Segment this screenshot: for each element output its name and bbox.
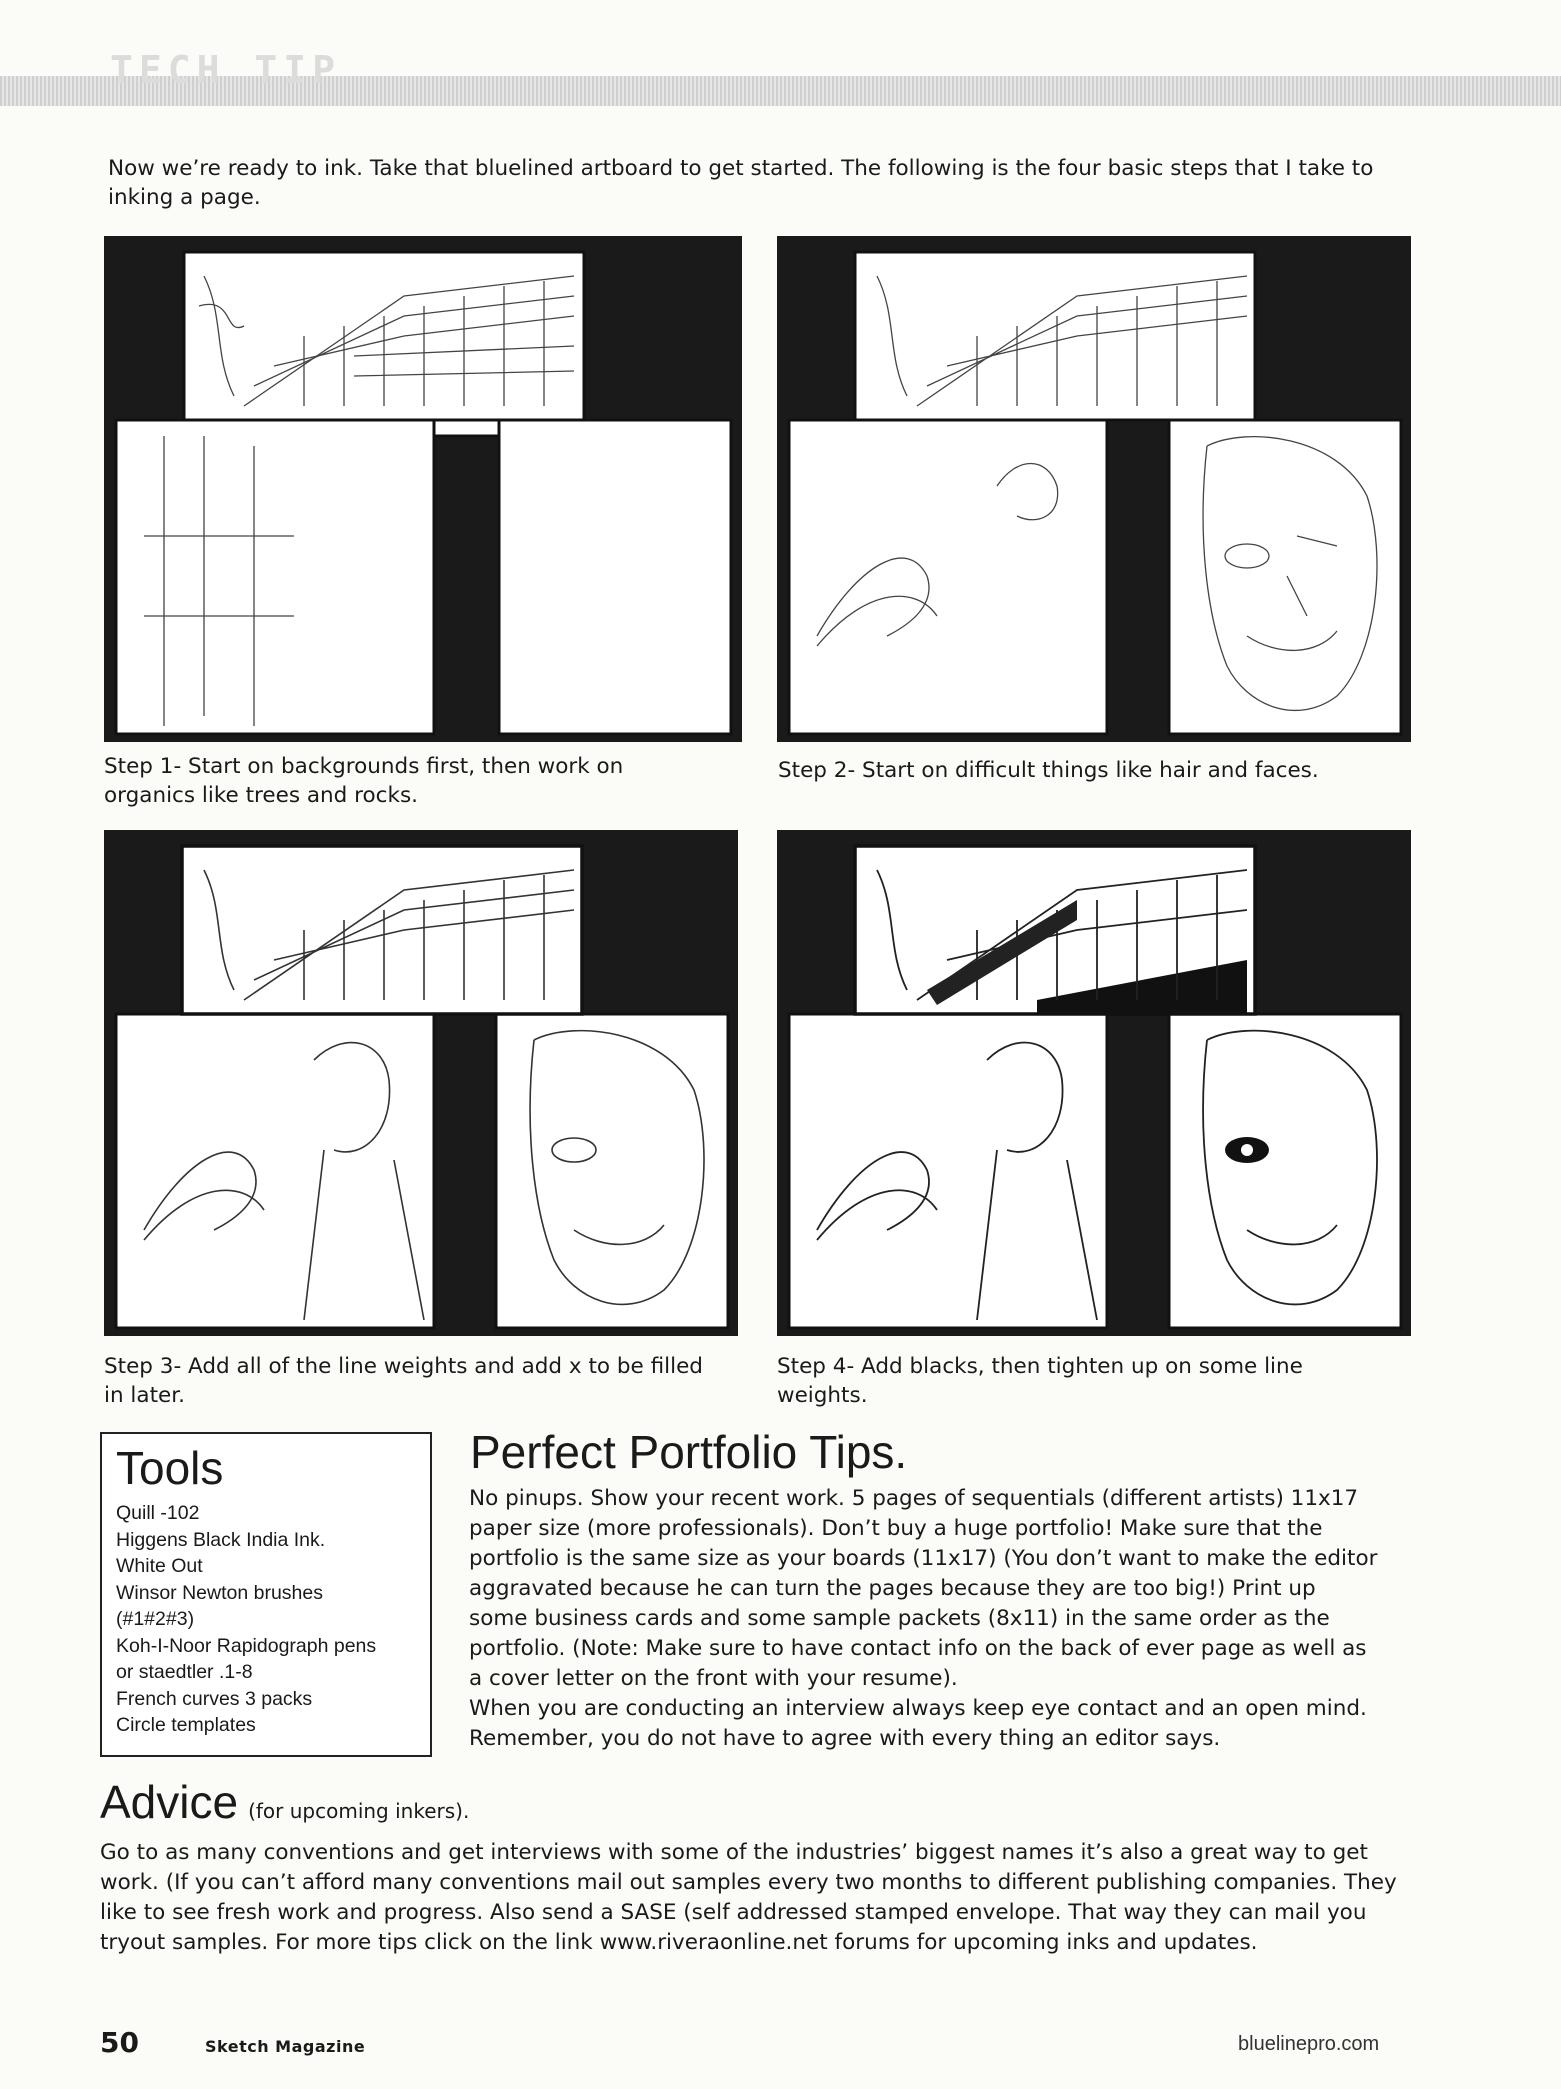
section-tag: TECH TIP (110, 48, 342, 92)
portfolio-tips-title: Perfect Portfolio Tips. (470, 1426, 908, 1478)
step-2-caption: Step 2- Start on difficult things like h… (778, 758, 1319, 783)
page-number: 50 (100, 2026, 139, 2059)
advice-body: Go to as many conventions and get interv… (100, 1840, 1397, 1955)
tools-item: White Out (116, 1555, 203, 1577)
step-3-artwork (104, 830, 738, 1336)
tools-item: Winsor Newton brushes (116, 1581, 323, 1604)
tools-item: Circle templates (116, 1714, 256, 1736)
step-3-caption: Step 3- Add all of the line weights and … (104, 1354, 703, 1408)
tools-list: Quill -102 Higgens Black India Ink. Whit… (116, 1500, 416, 1739)
step-1-drawing (114, 250, 733, 736)
portfolio-tips-body: No pinups. Show your recent work. 5 page… (469, 1484, 1379, 1754)
tools-item: French curves 3 packs (116, 1687, 313, 1710)
portfolio-tips-paragraph: When you are conducting an interview alw… (469, 1696, 1367, 1751)
step-4-caption: Step 4- Add blacks, then tighten up on s… (777, 1354, 1303, 1408)
advice-subtitle: (for upcoming inkers). (248, 1799, 470, 1823)
magazine-name: Sketch Magazine (205, 2037, 366, 2056)
tools-item: or staedtler .1-8 (116, 1661, 253, 1683)
tools-item: Quill -102 (116, 1502, 200, 1524)
tools-item: (#1#2#3) (116, 1608, 195, 1630)
tools-item: Higgens Black India Ink. (116, 1528, 326, 1551)
step-4-artwork (777, 830, 1411, 1336)
advice-title: Advice (100, 1776, 239, 1828)
tools-title: Tools (116, 1442, 224, 1494)
step-2-artwork (777, 236, 1411, 742)
tools-box: Tools Quill -102 Higgens Black India Ink… (100, 1432, 432, 1757)
intro-paragraph: Now we’re ready to ink. Take that blueli… (108, 156, 1374, 210)
portfolio-tips-paragraph: No pinups. Show your recent work. 5 page… (469, 1486, 1378, 1691)
step-2-drawing (787, 250, 1403, 736)
tools-item: Koh-I-Noor Rapidograph pens (116, 1634, 377, 1657)
step-4-drawing (787, 844, 1403, 1330)
step-3-drawing (114, 844, 730, 1330)
step-1-artwork (104, 236, 742, 742)
advice-heading: Advice (for upcoming inkers). (100, 1774, 469, 1830)
footer-website: bluelinepro.com (1238, 2033, 1380, 2055)
step-1-caption: Step 1- Start on backgrounds first, then… (104, 754, 624, 808)
